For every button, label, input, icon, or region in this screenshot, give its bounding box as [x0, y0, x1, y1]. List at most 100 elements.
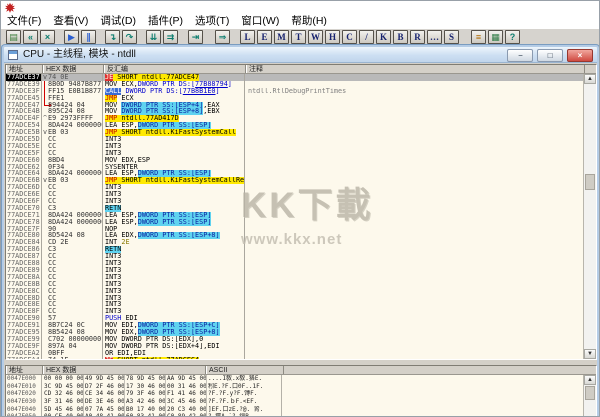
- menu-item-5[interactable]: 窗口(W): [235, 14, 285, 28]
- disasm-row[interactable]: 77ADCE99C702 00000000MOV DWORD PTR DS:[E…: [6, 336, 583, 343]
- memory-map-button[interactable]: M: [274, 30, 289, 44]
- disasm-row[interactable]: 77ADCE620F34SYSENTER: [6, 164, 583, 171]
- disasm-row[interactable]: 77ADCE8ECCINT3: [6, 301, 583, 308]
- step-into-button[interactable]: ↴: [105, 30, 120, 44]
- disasm-row[interactable]: 77ADCE808D5424 08LEA EDX,DWORD PTR SS:[E…: [6, 232, 583, 239]
- disasm-row[interactable]: 77ADCE918B7C24 0CMOV EDI,DWORD PTR SS:[E…: [6, 322, 583, 329]
- disasm-row[interactable]: 77ADCE4F^E9 2973FFFFJMP ntdll.77AD417D: [6, 115, 583, 122]
- disasm-row[interactable]: 77ADCE37v74 0EJE SHORT ntdll.77ADCE47: [6, 74, 583, 81]
- disasm-row[interactable]: 77ADCE3FFF15 E0B1B877CALL DWORD PTR DS:[…: [6, 88, 583, 95]
- breakpoints-button[interactable]: B: [393, 30, 408, 44]
- restore-button[interactable]: □: [537, 49, 563, 62]
- threads-button[interactable]: T: [291, 30, 306, 44]
- log-window-button[interactable]: L: [240, 30, 255, 44]
- disasm-row[interactable]: 77ADCE9F897A 04MOV DWORD PTR DS:[EDX+4],…: [6, 343, 583, 350]
- disasm-row[interactable]: 77ADCE5DCCINT3: [6, 136, 583, 143]
- help-button[interactable]: ?: [505, 30, 520, 44]
- comment-cell: [246, 143, 583, 150]
- dump-scroll-up-button[interactable]: ▲: [584, 375, 596, 385]
- threads-icon: T: [295, 31, 301, 43]
- menu-item-0[interactable]: 文件(F): [1, 14, 47, 28]
- menu-item-1[interactable]: 查看(V): [47, 14, 94, 28]
- menu-item-6[interactable]: 帮助(H): [285, 14, 333, 28]
- open-file-button[interactable]: ▤: [6, 30, 21, 44]
- call-stack-button[interactable]: K: [376, 30, 391, 44]
- disasm-row[interactable]: 77ADCE6DCCINT3: [6, 184, 583, 191]
- dump-row[interactable]: 0047E0103C 9D 45 00D7 2F 46 0017 30 46 0…: [6, 383, 583, 391]
- windows-button[interactable]: W: [308, 30, 323, 44]
- trace-into-button[interactable]: ⇊: [146, 30, 161, 44]
- disasm-row[interactable]: 77ADCE648DA424 00000000LEA ESP,DWORD PTR…: [6, 170, 583, 177]
- disasm-row[interactable]: 77ADCE8FCCINT3: [6, 308, 583, 315]
- disasm-row[interactable]: 77ADCE6ECCINT3: [6, 191, 583, 198]
- source-button[interactable]: S: [444, 30, 459, 44]
- pause-button[interactable]: ∥: [81, 30, 96, 44]
- cpu-window-titlebar[interactable]: CPU - 主线程, 模块 - ntdll − □ ×: [4, 47, 597, 63]
- references-button[interactable]: R: [410, 30, 425, 44]
- disasm-row[interactable]: 77ADCE788DA424 00000000LEA ESP,DWORD PTR…: [6, 219, 583, 226]
- dump-row[interactable]: 0047E0303F 31 46 00DE 3E 46 00A3 42 46 0…: [6, 398, 583, 406]
- appearance-icon: ▦: [491, 31, 500, 43]
- disasm-row[interactable]: 77ADCE5BvEB 03JMP SHORT ntdll.KiFastSyst…: [6, 129, 583, 136]
- step-over-button[interactable]: ↷: [122, 30, 137, 44]
- scroll-down-button[interactable]: ▼: [584, 349, 596, 359]
- run-trace-button[interactable]: …: [427, 30, 442, 44]
- disassembly-scrollbar[interactable]: ▲ ▼: [583, 74, 596, 359]
- disasm-row[interactable]: 77ADCE4B895C24 08MOV DWORD PTR SS:[ESP+8…: [6, 108, 583, 115]
- disasm-row[interactable]: 77ADCE6BvEB 03JMP SHORT ntdll.KiFastSyst…: [6, 177, 583, 184]
- disasm-row[interactable]: 77ADCE958B5424 08MOV EDX,DWORD PTR SS:[E…: [6, 329, 583, 336]
- handles-button[interactable]: H: [325, 30, 340, 44]
- goto-button[interactable]: ⇒: [215, 30, 230, 44]
- dump-row[interactable]: 0047E0405D 45 46 0007 7A 45 00B0 17 40 0…: [6, 406, 583, 414]
- disasm-row[interactable]: 77ADCE70C3RETN: [6, 205, 583, 212]
- disasm-row[interactable]: 77ADCE8BCCINT3: [6, 281, 583, 288]
- scroll-thumb[interactable]: [585, 174, 595, 190]
- trace-over-button[interactable]: ⇉: [163, 30, 178, 44]
- disasm-row[interactable]: 77ADCE45FFE1JMP ECX: [6, 95, 583, 102]
- disasm-row[interactable]: 77ADCE86C3RETN: [6, 246, 583, 253]
- disasm-row[interactable]: 77ADCE8CCCINT3: [6, 288, 583, 295]
- menu-item-4[interactable]: 选项(T): [189, 14, 235, 28]
- menu-item-2[interactable]: 调试(D): [94, 14, 142, 28]
- disasm-row[interactable]: 77ADCE87CCINT3: [6, 253, 583, 260]
- disasm-row[interactable]: 77ADCE718DA424 00000000LEA ESP,DWORD PTR…: [6, 212, 583, 219]
- minimize-button[interactable]: −: [507, 49, 533, 62]
- dump-scroll-thumb[interactable]: [585, 386, 595, 400]
- dump-scrollbar[interactable]: ▲: [583, 375, 596, 417]
- dump-row[interactable]: 0047E05000 CE 40 00A0 48 41 0060 83 41 0…: [6, 413, 583, 417]
- dump-address-cell: 0047E020: [6, 390, 42, 398]
- close-button[interactable]: ×: [567, 49, 593, 62]
- disasm-row[interactable]: 77ADCE84CD 2EINT 2E: [6, 239, 583, 246]
- disasm-row[interactable]: 77ADCE398B0D 9487B877MOV ECX,DWORD PTR D…: [6, 81, 583, 88]
- disasm-row[interactable]: 77ADCE8DCCINT3: [6, 295, 583, 302]
- dump-row[interactable]: 0047E00000 00 00 0049 9D 45 0078 9D 45 0…: [6, 375, 583, 383]
- close-program-button[interactable]: ×: [40, 30, 55, 44]
- disasm-row[interactable]: 77ADCE8ACCINT3: [6, 274, 583, 281]
- disasm-row[interactable]: 77ADCE6FCCINT3: [6, 198, 583, 205]
- dump-row[interactable]: 0047E020CD 32 46 00CE 34 46 0079 3F 46 0…: [6, 390, 583, 398]
- disasm-row[interactable]: 77ADCEA474 1EJE SHORT ntdll.77ADCEC4: [6, 357, 583, 359]
- options-button[interactable]: ≡: [471, 30, 486, 44]
- execute-till-return-button[interactable]: ⇥: [188, 30, 203, 44]
- disasm-row[interactable]: 77ADCEA20BFFOR EDI,EDI: [6, 350, 583, 357]
- menu-item-3[interactable]: 插件(P): [142, 14, 189, 28]
- disasm-cell: PUSH EDI: [104, 315, 245, 322]
- disasm-row[interactable]: 77ADCE89CCINT3: [6, 267, 583, 274]
- disasm-row[interactable]: 77ADCE47894424 04MOV DWORD PTR SS:[ESP+4…: [6, 102, 583, 109]
- disasm-row[interactable]: 77ADCE88CCINT3: [6, 260, 583, 267]
- restart-button[interactable]: «: [23, 30, 38, 44]
- run-button[interactable]: ▶: [64, 30, 79, 44]
- disasm-row[interactable]: 77ADCE5FCCINT3: [6, 150, 583, 157]
- run-trace-icon: …: [430, 31, 439, 43]
- disasm-row[interactable]: 77ADCE9057PUSH EDI: [6, 315, 583, 322]
- disasm-row[interactable]: 77ADCE548DA424 00000000LEA ESP,DWORD PTR…: [6, 122, 583, 129]
- appearance-button[interactable]: ▦: [488, 30, 503, 44]
- scroll-up-button[interactable]: ▲: [584, 74, 596, 84]
- disasm-row[interactable]: 77ADCE5ECCINT3: [6, 143, 583, 150]
- disasm-row[interactable]: 77ADCE7F90NOP: [6, 226, 583, 233]
- address-cell: 77ADCE8D: [6, 295, 42, 302]
- disasm-row[interactable]: 77ADCE608BD4MOV EDX,ESP: [6, 157, 583, 164]
- patches-button[interactable]: /: [359, 30, 374, 44]
- cpu-window-button[interactable]: C: [342, 30, 357, 44]
- executable-modules-button[interactable]: E: [257, 30, 272, 44]
